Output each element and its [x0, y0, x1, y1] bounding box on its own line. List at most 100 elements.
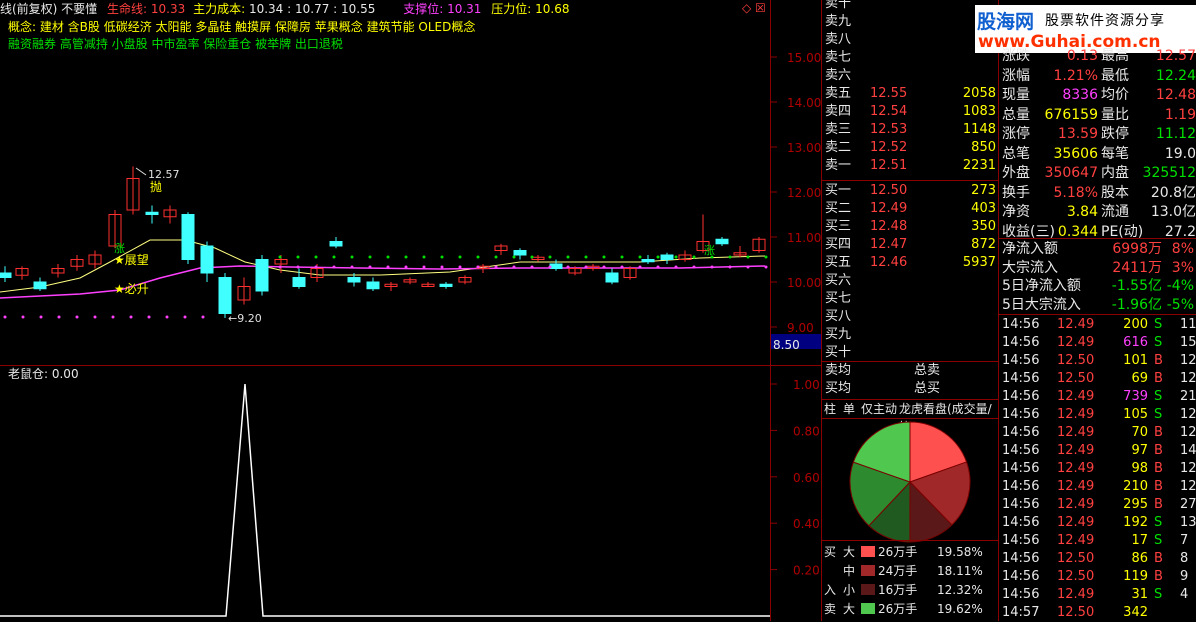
orderbook-buy-row[interactable]: 买一 12.50 273 — [824, 182, 998, 199]
tick-row[interactable]: 14:56 12.49 739 S 21 — [1001, 388, 1196, 406]
stat-value: 350647 — [1044, 165, 1098, 181]
tick-volume: 31 — [1131, 587, 1148, 602]
orderbook-sell-row[interactable]: 卖四 12.54 1083 — [824, 103, 998, 120]
tick-price: 12.50 — [1057, 605, 1095, 620]
tick-side: S — [1154, 389, 1163, 404]
tick-row[interactable]: 14:56 12.50 86 B 8 — [1001, 550, 1196, 568]
pressure-dot — [512, 255, 516, 259]
avg-sell-label: 卖均 — [825, 363, 852, 378]
tick-price: 12.49 — [1057, 317, 1095, 332]
avg-buy-label: 买均 — [825, 381, 852, 396]
orderbook-buy-row[interactable]: 买二 12.49 403 — [824, 200, 998, 217]
tick-count: 13 — [1180, 515, 1196, 530]
support-dot — [422, 265, 426, 269]
orderbook-sell-row[interactable]: 卖一 12.51 2231 — [824, 157, 998, 174]
tick-row[interactable]: 14:56 12.49 98 B 12 — [1001, 460, 1196, 478]
stat-row: 换手 5.18% 股本 20.8亿 — [1001, 184, 1196, 202]
price-axis-label: 11.00 — [787, 231, 821, 245]
price-chart[interactable]: 15.0014.0013.0012.0011.0010.009.00 12.57… — [0, 0, 822, 365]
tick-time: 14:56 — [1002, 515, 1040, 530]
tick-row[interactable]: 14:56 12.49 192 S 13 — [1001, 514, 1196, 532]
tick-row[interactable]: 14:56 12.50 119 B 9 — [1001, 568, 1196, 586]
tick-side: B — [1154, 443, 1163, 458]
stat-value: 12.57 — [1155, 48, 1196, 64]
flow-pie-chart — [849, 421, 971, 543]
orderbook-buy-row[interactable]: 买十 — [824, 344, 998, 361]
legend-side: 入 — [824, 583, 837, 597]
tick-row[interactable]: 14:56 12.49 70 B 12 — [1001, 424, 1196, 442]
tick-volume: 101 — [1123, 353, 1148, 368]
orderbook-buy-row[interactable]: 买四 12.47 872 — [824, 236, 998, 253]
pie-legend-row: 买大 26万手 19.58% — [822, 543, 998, 561]
total-buy-label: 总买 — [914, 381, 941, 396]
avg-sell-row: 卖均 总卖 — [824, 362, 998, 379]
tick-volume: 616 — [1123, 335, 1148, 350]
tick-row[interactable]: 14:56 12.49 616 S 15 — [1001, 334, 1196, 352]
tick-count: 12 — [1180, 479, 1196, 494]
must-rise-signal: ★必升 — [114, 282, 149, 296]
tick-side: B — [1154, 425, 1163, 440]
tick-row[interactable]: 14:56 12.49 105 S 12 — [1001, 406, 1196, 424]
flow-pct: -4% — [1166, 278, 1194, 294]
orderbook-buy-row[interactable]: 买九 — [824, 326, 998, 343]
orderbook-sell-row[interactable]: 卖三 12.53 1148 — [824, 121, 998, 138]
orderbook-sell-row[interactable]: 卖九 — [824, 13, 998, 30]
orderbook-sell-row[interactable]: 卖五 12.55 2058 — [824, 85, 998, 102]
tab-bar[interactable]: 柱 — [824, 400, 836, 418]
orderbook-sell-row[interactable]: 卖二 12.52 850 — [824, 139, 998, 156]
orderbook-sell-row[interactable]: 卖七 — [824, 49, 998, 66]
candle-down — [549, 263, 563, 269]
flow-pct: 8% — [1171, 241, 1194, 257]
orderbook-sell-row[interactable]: 卖六 — [824, 67, 998, 84]
tick-time: 14:56 — [1002, 479, 1040, 494]
buy-price: 12.50 — [870, 183, 908, 198]
sell-level-label: 卖七 — [825, 50, 852, 65]
tick-row[interactable]: 14:56 12.49 200 S 11 — [1001, 316, 1196, 334]
tick-side: B — [1154, 497, 1163, 512]
tick-row[interactable]: 14:56 12.49 210 B 12 — [1001, 478, 1196, 496]
orderbook-buy-row[interactable]: 买五 12.46 5937 — [824, 254, 998, 271]
tick-volume: 105 — [1123, 407, 1148, 422]
orderbook-buy-row[interactable]: 买八 — [824, 308, 998, 325]
legend-swatch — [861, 565, 875, 576]
sell-level-label: 卖八 — [825, 32, 852, 47]
sell-volume: 1148 — [962, 122, 996, 137]
indicator-chart[interactable]: 1.00 0.80 0.60 0.40 0.20 — [0, 366, 822, 621]
tick-row[interactable]: 14:56 12.49 31 S 4 — [1001, 586, 1196, 604]
pressure-dot — [314, 255, 318, 259]
legend-pct: 18.11% — [937, 564, 983, 578]
flow-value: 2411万 — [1112, 259, 1162, 276]
sell-volume: 1083 — [962, 104, 996, 119]
tick-row[interactable]: 14:57 12.50 342 — [1001, 604, 1196, 622]
tick-count: 21 — [1180, 389, 1196, 404]
tick-row[interactable]: 14:56 12.50 69 B 12 — [1001, 370, 1196, 388]
pressure-dot — [656, 255, 660, 259]
tick-row[interactable]: 14:56 12.49 295 B 27 — [1001, 496, 1196, 514]
pressure-dot — [584, 255, 588, 259]
support-dot — [476, 265, 480, 269]
orderbook-buy-row[interactable]: 买三 12.48 350 — [824, 218, 998, 235]
tick-side: S — [1154, 335, 1163, 350]
orderbook-buy-row[interactable]: 买六 — [824, 272, 998, 289]
candle-down — [255, 259, 269, 292]
tick-side: S — [1154, 515, 1163, 530]
tick-row[interactable]: 14:56 12.50 101 B 12 — [1001, 352, 1196, 370]
pressure-dot — [728, 255, 732, 259]
orderbook-buy-row[interactable]: 买七 — [824, 290, 998, 307]
tick-row[interactable]: 14:56 12.49 97 B 14 — [1001, 442, 1196, 460]
tick-time: 14:56 — [1002, 425, 1040, 440]
cursor-price-box: 8.50 — [771, 334, 821, 352]
pressure-dot — [692, 255, 696, 259]
tick-time: 14:56 — [1002, 407, 1040, 422]
stat-value: 1.19 — [1164, 106, 1196, 123]
tick-row[interactable]: 14:56 12.49 17 S 7 — [1001, 532, 1196, 550]
orderbook-sell-row[interactable]: 卖十 — [824, 0, 998, 12]
legend-amount: 16万手 — [878, 583, 918, 597]
buy-level-label: 买四 — [825, 237, 852, 252]
tick-count: 12 — [1180, 407, 1196, 422]
candle-down — [605, 272, 619, 283]
orderbook-sell-row[interactable]: 卖八 — [824, 31, 998, 48]
buy-volume: 403 — [971, 201, 996, 216]
pie-legend-row: 入小 16万手 12.32% — [822, 581, 998, 599]
pressure-dot — [440, 255, 444, 259]
